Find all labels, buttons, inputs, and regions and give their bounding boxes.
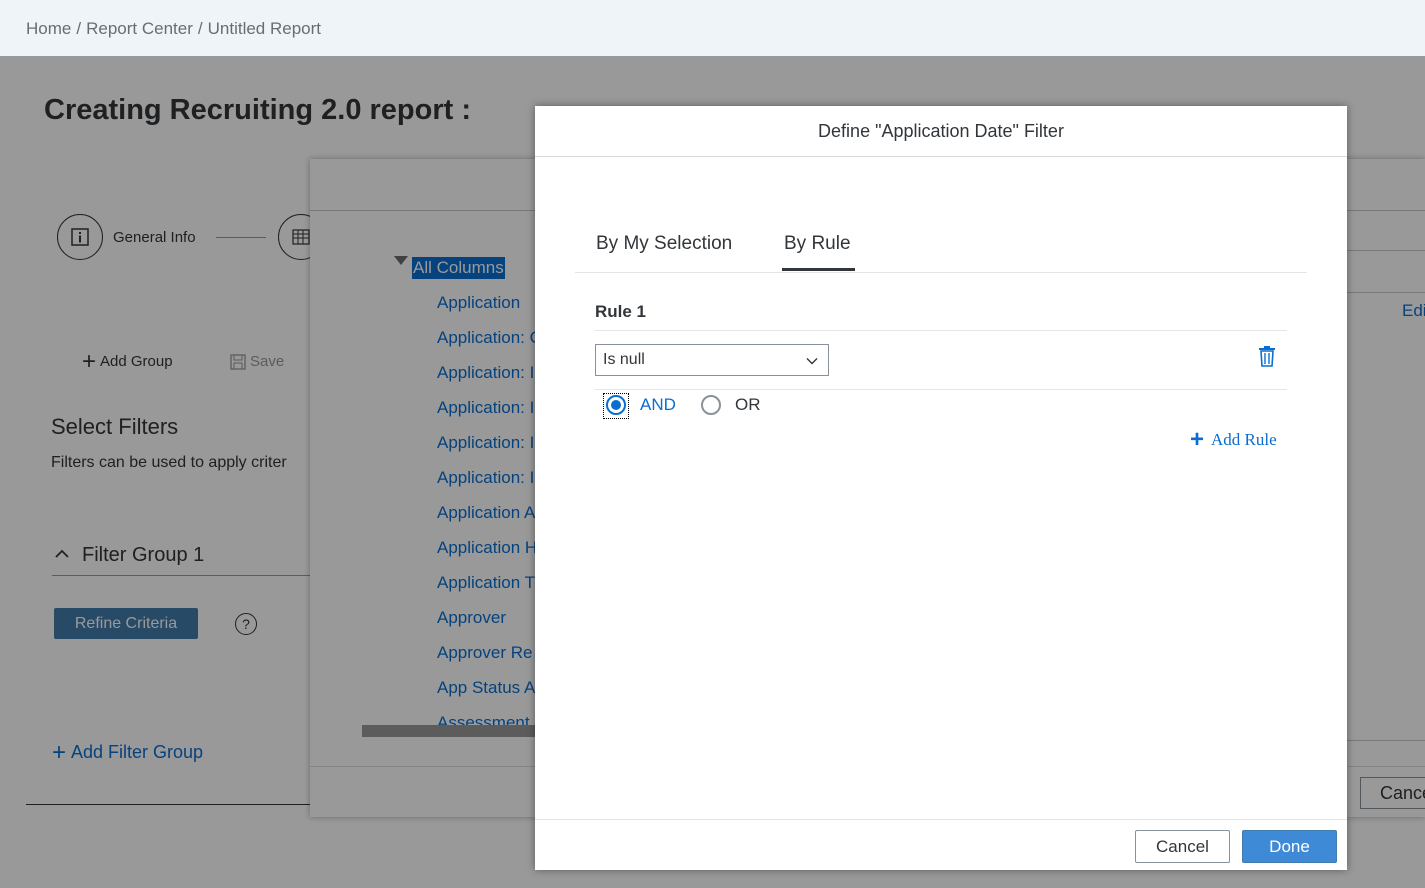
radio-and[interactable]: AND bbox=[606, 395, 676, 415]
rule-title: Rule 1 bbox=[595, 302, 647, 321]
add-rule-button[interactable]: + Add Rule bbox=[1190, 426, 1277, 453]
tab-divider bbox=[575, 272, 1307, 273]
breadcrumb-separator: / bbox=[197, 19, 203, 38]
radio-or[interactable]: OR bbox=[701, 395, 761, 415]
breadcrumb-current: Untitled Report bbox=[207, 19, 321, 38]
breadcrumb-report-center[interactable]: Report Center bbox=[86, 19, 193, 38]
radio-button-checked[interactable] bbox=[606, 395, 626, 415]
divider bbox=[595, 389, 1287, 390]
breadcrumb: Home / Report Center / Untitled Report bbox=[26, 19, 321, 39]
filter-dialog: Define "Application Date" Filter By My S… bbox=[535, 106, 1347, 870]
rule-operator-value: Is null bbox=[603, 351, 645, 368]
dialog-footer-divider bbox=[535, 819, 1347, 820]
radio-or-label: OR bbox=[735, 395, 761, 414]
trash-icon[interactable] bbox=[1257, 345, 1277, 367]
divider bbox=[595, 330, 1287, 331]
radio-button[interactable] bbox=[701, 395, 721, 415]
rule-operator-select[interactable]: Is null bbox=[595, 344, 829, 376]
chevron-down-icon bbox=[806, 346, 818, 376]
tab-by-rule[interactable]: By Rule bbox=[784, 233, 851, 255]
plus-icon: + bbox=[1190, 426, 1205, 453]
add-rule-label: Add Rule bbox=[1211, 430, 1277, 449]
done-button[interactable]: Done bbox=[1242, 830, 1337, 863]
breadcrumb-home[interactable]: Home bbox=[26, 19, 71, 38]
top-bar: Home / Report Center / Untitled Report bbox=[0, 0, 1425, 56]
tab-by-my-selection[interactable]: By My Selection bbox=[596, 233, 732, 255]
breadcrumb-separator: / bbox=[76, 19, 82, 38]
cancel-button[interactable]: Cancel bbox=[1135, 830, 1230, 863]
active-tab-indicator bbox=[782, 268, 855, 271]
radio-and-label: AND bbox=[640, 395, 676, 414]
dialog-title: Define "Application Date" Filter bbox=[535, 106, 1347, 157]
